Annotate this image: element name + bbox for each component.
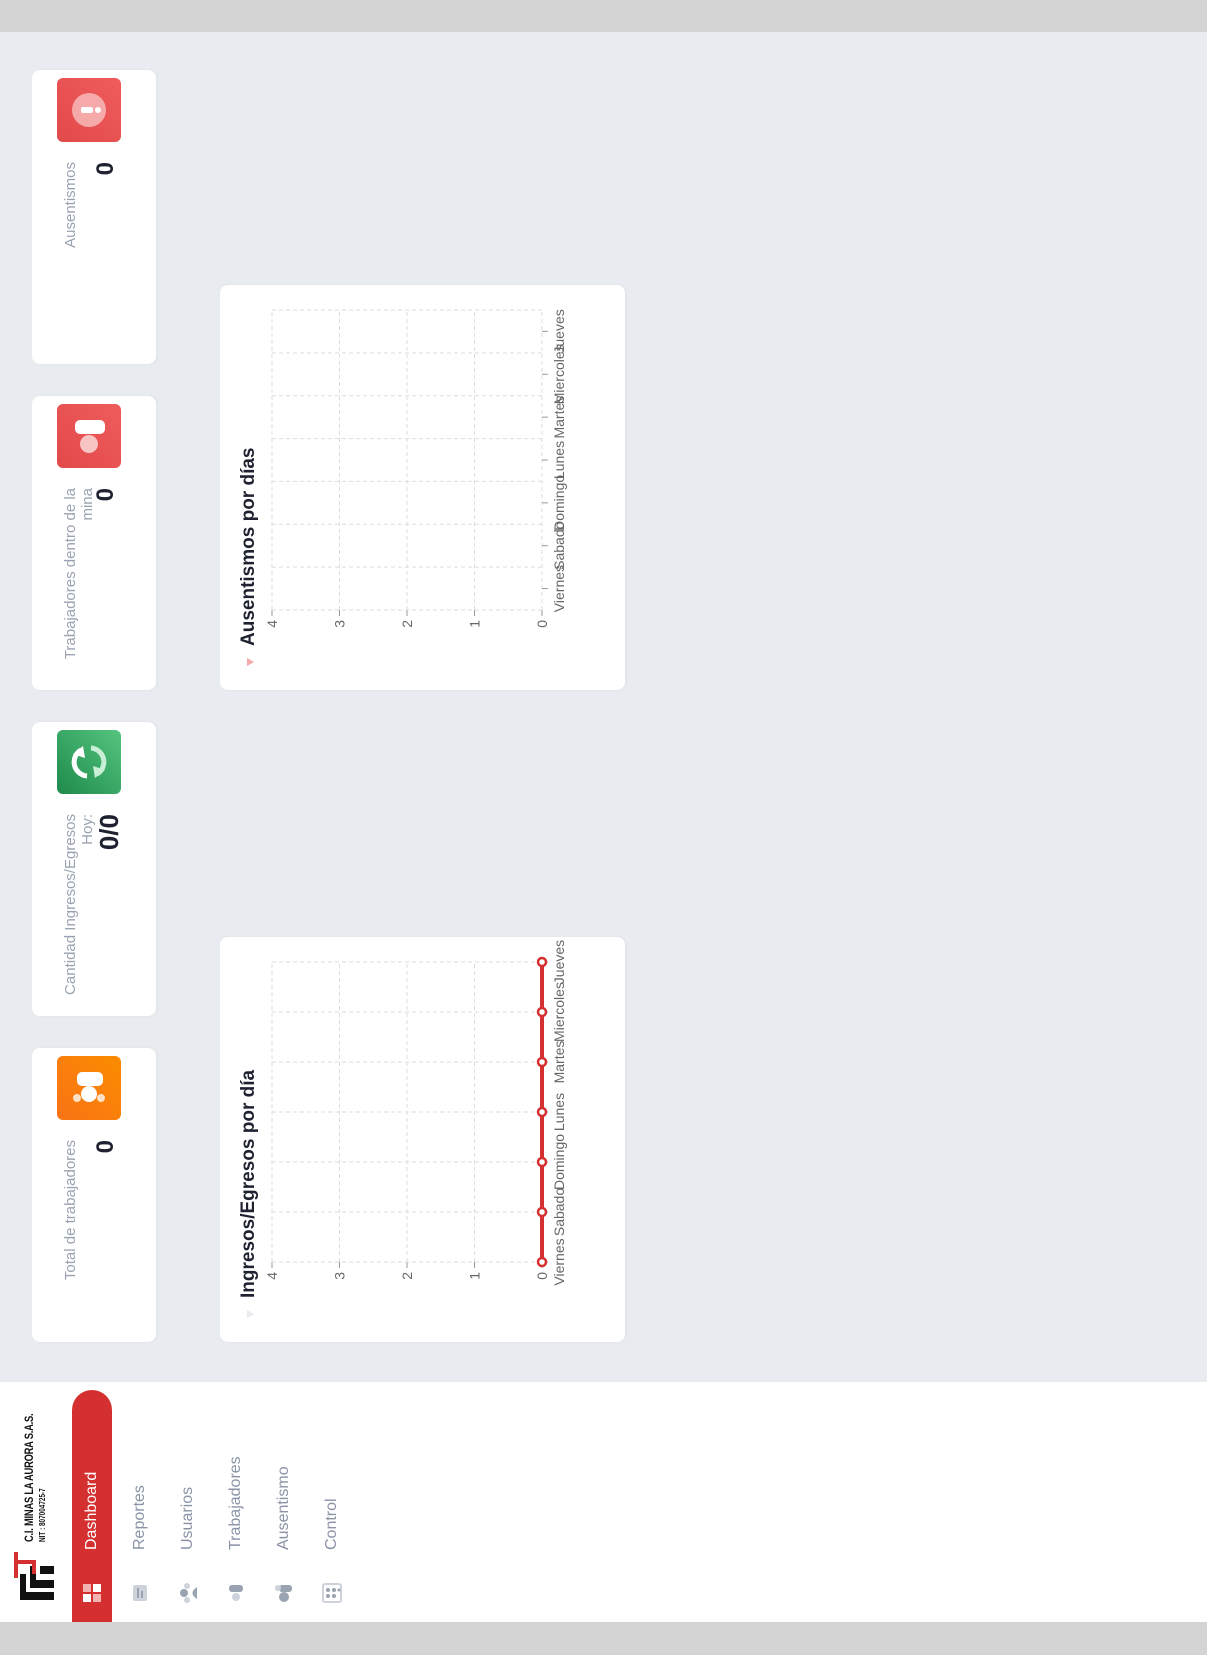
y-tick-label: 1 bbox=[467, 620, 483, 628]
x-tick-label: Viernes bbox=[551, 1238, 567, 1285]
data-point bbox=[536, 956, 548, 968]
x-tick-label: Miercoles bbox=[551, 982, 567, 1042]
stat-value: 0 bbox=[92, 162, 119, 176]
stat-label: Ausentismos bbox=[62, 162, 79, 248]
sidebar-item-dashboard[interactable]: Dashboard bbox=[72, 1390, 112, 1622]
data-point bbox=[536, 1106, 548, 1118]
data-point bbox=[536, 1006, 548, 1018]
chart-card-absences: Ausentismos por días 0 1 2 3 4 Viernes Sabado D… bbox=[220, 285, 625, 690]
sidebar-item-label: Dashboard bbox=[83, 1471, 100, 1550]
absences-chart: 01234ViernesSabadoDomingoLunesMartesMier… bbox=[264, 309, 567, 628]
x-tick-label: Domingo bbox=[551, 1134, 567, 1190]
company-nit: NIT : 807004725-7 bbox=[38, 1488, 47, 1542]
sidebar-item-control[interactable]: Control bbox=[312, 1382, 352, 1622]
sidebar-item-label: Control bbox=[323, 1498, 340, 1550]
reports-icon bbox=[133, 1585, 147, 1601]
sidebar-nav: Dashboard Reportes Usuarios Trabajadores… bbox=[72, 1382, 360, 1622]
stat-label: Total de trabajadores bbox=[62, 1140, 79, 1281]
sidebar-item-label: Trabajadores bbox=[227, 1456, 244, 1550]
stat-label: Cantidad Ingresos/Egresos Hoy: bbox=[62, 814, 96, 995]
y-tick-label: 3 bbox=[332, 620, 348, 628]
y-tick-label: 2 bbox=[399, 1272, 415, 1280]
app-root: C.I. MINAS LA AURORA S.A.S. NIT : 807004… bbox=[0, 32, 1207, 1622]
stat-card-workers-inside: Trabajadores dentro de la mina 0 bbox=[32, 396, 156, 690]
stat-card-entries-exits: Cantidad Ingresos/Egresos Hoy: 0/0 bbox=[32, 722, 156, 1016]
sidebar-item-usuarios[interactable]: Usuarios bbox=[168, 1382, 208, 1622]
x-tick-label: Sabado bbox=[551, 1188, 567, 1236]
company-name: C.I. MINAS LA AURORA S.A.S. bbox=[22, 1413, 36, 1542]
refresh-icon bbox=[57, 730, 121, 794]
workers-icon bbox=[57, 1056, 121, 1120]
sidebar-item-label: Usuarios bbox=[179, 1486, 196, 1550]
data-point bbox=[536, 1056, 548, 1068]
x-tick-label: Domingo bbox=[551, 475, 567, 531]
sidebar-item-ausentismo[interactable]: Ausentismo bbox=[264, 1382, 304, 1622]
company-logo-mark bbox=[14, 1552, 54, 1600]
entries-exits-chart: 0 1 2 3 4 Viernes SabadoDomingo Lunes MartesMier… bbox=[264, 940, 567, 1286]
y-tick-label: 0 bbox=[534, 620, 550, 628]
worker-inside-icon bbox=[57, 404, 121, 468]
stat-label: Trabajadores dentro de la mina bbox=[62, 488, 96, 660]
x-tick-label: Viernes bbox=[551, 565, 567, 612]
workers-icon bbox=[229, 1585, 243, 1601]
sidebar: C.I. MINAS LA AURORA S.A.S. NIT : 807004… bbox=[0, 1382, 1207, 1622]
x-tick-label: Jueves bbox=[551, 309, 567, 353]
sidebar-item-label: Ausentismo bbox=[275, 1466, 292, 1550]
stat-value: 0 bbox=[92, 1140, 119, 1154]
company-logo: C.I. MINAS LA AURORA S.A.S. NIT : 807004… bbox=[8, 1386, 64, 1606]
data-point bbox=[536, 1206, 548, 1218]
x-tick-label: Martes bbox=[551, 1041, 567, 1084]
stat-value: 0/0 bbox=[94, 814, 124, 851]
x-tick-label: Jueves bbox=[551, 940, 567, 984]
y-tick-label: 1 bbox=[467, 1272, 483, 1280]
y-tick-label: 4 bbox=[264, 620, 280, 628]
absence-icon bbox=[275, 1585, 292, 1602]
x-tick-label: Lunes bbox=[551, 1093, 567, 1131]
users-icon bbox=[180, 1583, 197, 1603]
chart-card-entries-exits: Ingresos/Egresos por día 0 1 2 3 4 Viernes Sab… bbox=[220, 937, 625, 1342]
y-tick-label: 4 bbox=[264, 1272, 280, 1280]
stat-value: 0 bbox=[92, 488, 119, 502]
sidebar-item-label: Reportes bbox=[131, 1485, 148, 1550]
sidebar-item-reportes[interactable]: Reportes bbox=[120, 1382, 160, 1622]
data-point bbox=[536, 1256, 548, 1268]
control-icon bbox=[322, 1583, 342, 1603]
stat-card-absences: Ausentismos 0 bbox=[32, 70, 156, 364]
y-tick-label: 0 bbox=[534, 1272, 550, 1280]
data-point bbox=[536, 1156, 548, 1168]
alert-icon bbox=[57, 78, 121, 142]
sidebar-item-trabajadores[interactable]: Trabajadores bbox=[216, 1382, 256, 1622]
y-tick-label: 2 bbox=[399, 620, 415, 628]
stat-card-total-workers: Total de trabajadores 0 bbox=[32, 1048, 156, 1342]
dashboard-icon bbox=[83, 1584, 101, 1602]
x-tick-label: Lunes bbox=[551, 441, 567, 479]
y-tick-label: 3 bbox=[332, 1272, 348, 1280]
